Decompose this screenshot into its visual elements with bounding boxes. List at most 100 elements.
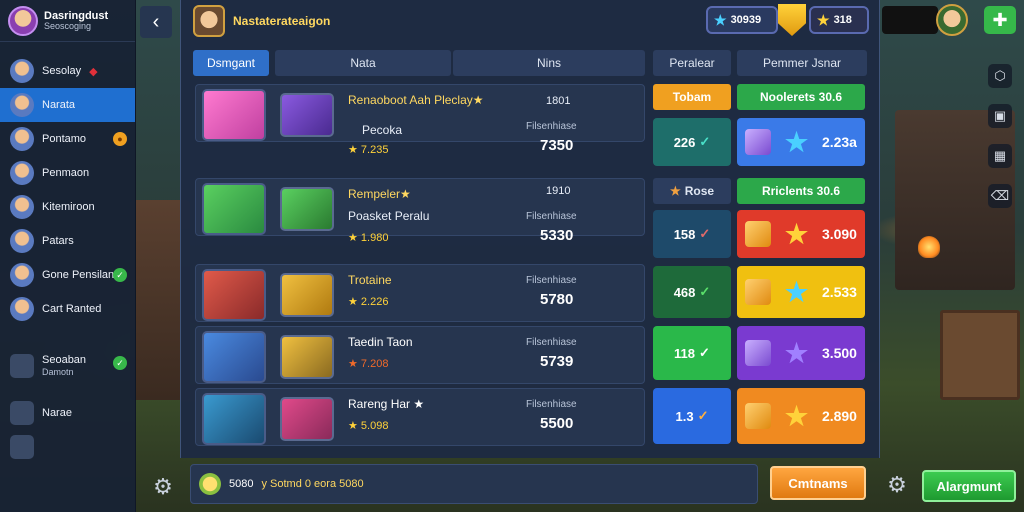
premium-value[interactable]: 158 ✓ xyxy=(653,210,731,258)
row-price: 5780 xyxy=(540,291,574,308)
sidebar-item-pontamo[interactable]: Pontamo ● xyxy=(0,122,135,156)
calendar-icon[interactable]: ▦ xyxy=(988,144,1012,168)
chest-icon[interactable]: ▣ xyxy=(988,104,1012,128)
sidebar-item-share[interactable] xyxy=(0,430,135,464)
row-subtitle: Pecoka xyxy=(362,123,403,137)
sidebar-item-label: Sesolay xyxy=(42,65,82,77)
character-thumbnail xyxy=(280,93,334,137)
sidebar-item-label: Gone Pensilan xyxy=(42,269,115,281)
column-header-price[interactable]: Nins xyxy=(453,50,645,76)
help-icon xyxy=(10,354,34,378)
settings-gear-icon[interactable]: ⚙ xyxy=(150,474,176,500)
character-thumbnail xyxy=(280,187,334,231)
column-header-premium[interactable]: Peralear xyxy=(653,50,731,76)
profile-subtitle: Seoscoging xyxy=(44,20,92,31)
plus-icon: ✚ xyxy=(992,9,1008,30)
profile-avatar[interactable] xyxy=(8,5,38,36)
row-price: 7350 xyxy=(540,137,574,154)
main-panel: Nastaterateaigon ★ 30939 ★ 318 Dsmgant N… xyxy=(180,0,880,458)
sidebar-item-seoaban[interactable]: Seoaban Damotn ✓ xyxy=(0,346,135,386)
sidebar-item-cart-ranted[interactable]: Cart Ranted xyxy=(0,292,135,326)
sidebar-item-sesolay[interactable]: Sesolay ◆ xyxy=(0,54,135,88)
premium-value[interactable]: 226 ✓ xyxy=(653,118,731,166)
premium-value-text: 118 xyxy=(674,345,696,361)
reward-pill[interactable]: Rriclents 30.6 xyxy=(737,178,865,204)
character-icon xyxy=(10,229,34,253)
reward-card[interactable]: ★ 3.090 xyxy=(737,210,865,258)
premium-pill[interactable]: ★ Rose xyxy=(653,178,731,204)
sidebar-item-penmaon[interactable]: Penmaon xyxy=(0,156,135,190)
sidebar-item-gone-pensilan[interactable]: Gone Pensilan ✓ xyxy=(0,258,135,292)
back-button[interactable]: ‹ xyxy=(140,6,172,38)
coin-icon xyxy=(199,473,221,495)
notification-badge-icon: ● xyxy=(113,132,127,146)
sidebar-item-narae[interactable]: Narae xyxy=(0,396,135,430)
row-title: Trotaine xyxy=(348,273,392,287)
check-icon: ✓ xyxy=(699,284,711,299)
sidebar-item-kitemiroon[interactable]: Kitemiroon xyxy=(0,190,135,224)
sidebar-item-narata[interactable]: Narata xyxy=(0,88,135,122)
row-label: Filsenhiase xyxy=(526,337,577,348)
premium-pill[interactable]: Tobam xyxy=(653,84,731,110)
table-row[interactable]: Taedin Taon ★ 7.208 Filsenhiase 5739 xyxy=(195,326,645,384)
character-icon xyxy=(10,195,34,219)
background-campfire xyxy=(918,236,940,258)
tab-dsmgant[interactable]: Dsmgant xyxy=(193,50,269,76)
footer-summary: 5080 y Sotmd 0 eora 5080 xyxy=(190,464,758,504)
sidebar-item-label: Cart Ranted xyxy=(42,303,102,315)
gold-star-icon: ★ xyxy=(784,219,809,249)
sidebar-item-label: Kitemiroon xyxy=(42,201,95,213)
reward-card[interactable]: ★ 3.500 xyxy=(737,326,865,380)
row-rating: ★ 7.208 xyxy=(348,358,389,370)
table-row[interactable]: Rempeler★ Poasket Peralu ★ 1.980 1910 Fi… xyxy=(195,178,645,244)
table-row[interactable]: Rareng Har ★ ★ 5.098 Filsenhiase 5500 xyxy=(195,388,645,446)
character-portrait xyxy=(202,89,266,141)
reward-value: 2.890 xyxy=(821,408,857,424)
character-icon xyxy=(10,297,34,321)
premium-value[interactable]: 1.3 ✓ xyxy=(653,388,731,444)
sidebar-item-patars[interactable]: Patars xyxy=(0,224,135,258)
window-icon xyxy=(10,401,34,425)
trash-icon[interactable]: ⌫ xyxy=(988,184,1012,208)
left-sidebar: Dasringdust Seoscoging Sesolay ◆ Narata … xyxy=(0,0,136,512)
confirm-button[interactable]: Cmtnams xyxy=(770,466,866,500)
player-avatar[interactable] xyxy=(936,4,968,36)
table-row[interactable]: Renaoboot Aah Pleclay★ Pecoka ★ 7.235 18… xyxy=(195,84,645,156)
row-subtitle: Poasket Peralu xyxy=(348,209,430,223)
row-rating: ★ 1.980 xyxy=(348,232,389,244)
row-title: Taedin Taon xyxy=(348,335,413,349)
star-currency[interactable]: ★ 318 xyxy=(809,6,869,34)
column-header-name[interactable]: Nata xyxy=(275,50,451,76)
purple-star-icon: ★ xyxy=(784,338,809,368)
profile-header[interactable]: Dasringdust Seoscoging xyxy=(0,0,135,42)
row-label: Filsenhiase xyxy=(526,275,577,286)
reward-card[interactable]: ★ 2.533 xyxy=(737,266,865,318)
character-thumbnail xyxy=(280,397,334,441)
sidebar-item-sublabel: Damotn xyxy=(42,367,74,378)
character-icon xyxy=(10,161,34,185)
add-button[interactable]: ✚ xyxy=(984,6,1016,34)
check-icon: ✓ xyxy=(699,134,711,149)
premium-value[interactable]: 468 ✓ xyxy=(653,266,731,318)
coin-amount: 5080 xyxy=(229,478,254,490)
premium-value-text: 226 xyxy=(673,134,696,150)
reward-card[interactable]: ★ 2.890 xyxy=(737,388,865,444)
table-row[interactable]: Trotaine ★ 2.226 Filsenhiase 5780 xyxy=(195,264,645,322)
settings-gear-icon[interactable]: ⚙ xyxy=(884,472,910,498)
row-price: 5739 xyxy=(540,353,574,370)
reward-pill[interactable]: Noolerets 30.6 xyxy=(737,84,865,110)
check-icon: ✓ xyxy=(697,408,709,423)
blue-star-icon: ★ xyxy=(714,11,727,28)
row-level: 1910 xyxy=(546,185,571,197)
orange-gem-icon xyxy=(745,221,771,247)
column-header-reward[interactable]: Pemmer Jsnar xyxy=(737,50,867,76)
gem-currency[interactable]: ★ 30939 xyxy=(706,6,778,34)
hexagon-icon[interactable]: ⬡ xyxy=(988,64,1012,88)
premium-value[interactable]: 118 ✓ xyxy=(653,326,731,380)
check-icon: ✓ xyxy=(699,345,710,360)
reward-card[interactable]: ★ 2.23a xyxy=(737,118,865,166)
reward-value: 3.090 xyxy=(821,226,857,242)
assign-button[interactable]: Alargmunt xyxy=(922,470,1016,502)
row-title: Rareng Har ★ xyxy=(348,397,425,411)
row-rating: ★ 7.235 xyxy=(348,144,389,156)
